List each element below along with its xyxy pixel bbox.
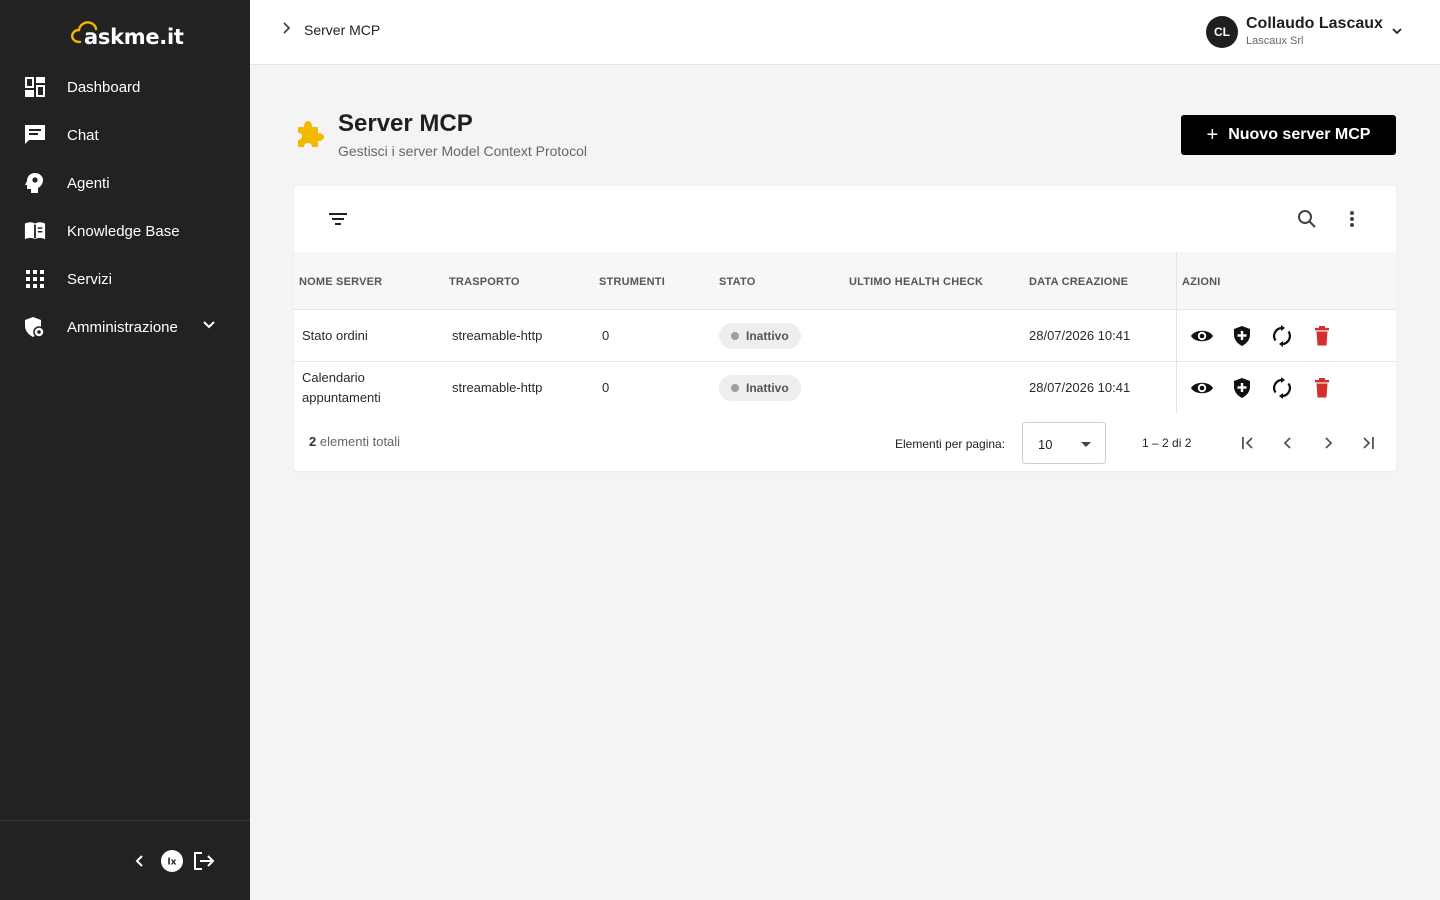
view-icon[interactable] (1190, 324, 1214, 348)
sidebar-item-label: Agenti (67, 174, 110, 192)
total-count-label: elementi totali (319, 434, 401, 449)
cell-transport: streamable-http (452, 380, 543, 395)
sync-icon[interactable] (1270, 324, 1294, 348)
book-icon (24, 220, 46, 242)
sidebar: askme.it Dashboard Chat Agenti Knowledge… (0, 0, 250, 900)
table-header: NOME SERVER TRASPORTO STRUMENTI STATO UL… (294, 252, 1396, 310)
breadcrumb-item[interactable]: Server MCP (304, 22, 380, 38)
cell-server-name: Calendario appuntamenti (302, 370, 381, 405)
avatar: CL (1206, 16, 1238, 48)
plus-icon: + (1206, 123, 1219, 146)
items-per-page-select[interactable]: 10 (1022, 422, 1106, 464)
cell-created: 28/07/2026 10:41 (1029, 328, 1131, 343)
sidebar-item-label: Chat (67, 126, 99, 144)
page-title: Server MCP (338, 110, 473, 137)
column-header-trasporto[interactable]: TRASPORTO (449, 276, 520, 288)
new-server-button[interactable]: + Nuovo server MCP (1181, 115, 1396, 155)
column-header-data-creazione[interactable]: DATA CREAZIONE (1029, 276, 1128, 288)
user-org: Lascaux Srl (1246, 35, 1304, 47)
page-range: 1 – 2 di 2 (1142, 436, 1192, 450)
new-server-button-label: Nuovo server MCP (1228, 126, 1371, 143)
sidebar-nav: Dashboard Chat Agenti Knowledge Base Ser… (0, 63, 250, 351)
more-vert-icon[interactable] (1340, 207, 1364, 231)
total-count: 2 elementi totali (309, 434, 400, 449)
cell-server-name: Stato ordini (302, 328, 368, 343)
table-row[interactable]: Stato ordini streamable-http 0 Inattivo … (294, 310, 1396, 362)
agent-head-icon (24, 172, 46, 194)
actions-column-divider (1176, 252, 1177, 414)
view-icon[interactable] (1190, 376, 1214, 400)
items-per-page-value: 10 (1038, 437, 1053, 452)
dropdown-arrow-icon (1081, 442, 1091, 447)
svg-text:lx: lx (168, 858, 177, 868)
grid-icon (24, 268, 46, 290)
chat-icon (24, 124, 46, 146)
cell-created: 28/07/2026 10:41 (1029, 380, 1131, 395)
previous-page-icon[interactable] (1276, 431, 1300, 455)
chevron-right-icon (280, 21, 292, 38)
chevron-down-icon[interactable] (202, 318, 216, 337)
page-subtitle: Gestisci i server Model Context Protocol (338, 143, 587, 159)
dashboard-icon (24, 76, 46, 98)
column-header-nome-server[interactable]: NOME SERVER (299, 276, 382, 288)
chevron-down-icon[interactable] (1391, 24, 1403, 42)
health-check-shield-icon[interactable] (1230, 324, 1254, 348)
delete-icon[interactable] (1310, 376, 1334, 400)
status-label: Inattivo (746, 329, 789, 343)
top-bar: Server MCP CL Collaudo Lascaux Lascaux S… (250, 0, 1440, 65)
brand-logo[interactable]: askme.it (70, 20, 184, 50)
admin-shield-icon (24, 316, 46, 338)
user-menu[interactable]: CL Collaudo Lascaux Lascaux Srl (1206, 14, 1403, 48)
status-dot-icon (731, 384, 739, 392)
filter-icon[interactable] (326, 207, 350, 231)
sidebar-item-knowledge-base[interactable]: Knowledge Base (0, 207, 250, 255)
table-row[interactable]: Calendario appuntamenti streamable-http … (294, 362, 1396, 414)
puzzle-icon (294, 118, 326, 155)
sidebar-item-label: Dashboard (67, 78, 141, 96)
sidebar-item-label: Servizi (67, 270, 113, 288)
logout-icon[interactable] (192, 850, 216, 872)
status-badge: Inattivo (719, 375, 801, 401)
breadcrumb: Server MCP (280, 21, 380, 38)
column-header-ultimo-health-check[interactable]: ULTIMO HEALTH CHECK (849, 276, 983, 288)
sidebar-item-dashboard[interactable]: Dashboard (0, 63, 250, 111)
status-badge: Inattivo (719, 323, 801, 349)
last-page-icon[interactable] (1356, 431, 1380, 455)
first-page-icon[interactable] (1236, 431, 1260, 455)
sidebar-item-servizi[interactable]: Servizi (0, 255, 250, 303)
status-label: Inattivo (746, 381, 789, 395)
sidebar-item-chat[interactable]: Chat (0, 111, 250, 159)
total-count-number: 2 (309, 434, 317, 449)
column-header-stato[interactable]: STATO (719, 276, 755, 288)
user-name: Collaudo Lascaux (1246, 15, 1383, 32)
chevron-left-icon[interactable] (130, 851, 150, 871)
servers-table-card: NOME SERVER TRASPORTO STRUMENTI STATO UL… (294, 186, 1396, 471)
column-header-strumenti[interactable]: STRUMENTI (599, 276, 665, 288)
sidebar-item-amministrazione[interactable]: Amministrazione (0, 303, 250, 351)
status-dot-icon (731, 332, 739, 340)
lx-logo-icon[interactable]: lx (160, 849, 184, 873)
cell-tools: 0 (602, 328, 610, 343)
sidebar-item-label: Amministrazione (67, 318, 178, 336)
brand-name: askme.it (84, 25, 184, 49)
health-check-shield-icon[interactable] (1230, 376, 1254, 400)
cell-transport: streamable-http (452, 328, 543, 343)
sidebar-item-agenti[interactable]: Agenti (0, 159, 250, 207)
sidebar-item-label: Knowledge Base (67, 222, 180, 240)
column-header-azioni: AZIONI (1182, 276, 1221, 288)
sidebar-footer: lx (0, 820, 250, 900)
search-icon[interactable] (1295, 207, 1319, 231)
next-page-icon[interactable] (1316, 431, 1340, 455)
delete-icon[interactable] (1310, 324, 1334, 348)
items-per-page-label: Elementi per pagina: (895, 437, 1006, 451)
cell-tools: 0 (602, 380, 610, 395)
sync-icon[interactable] (1270, 376, 1294, 400)
